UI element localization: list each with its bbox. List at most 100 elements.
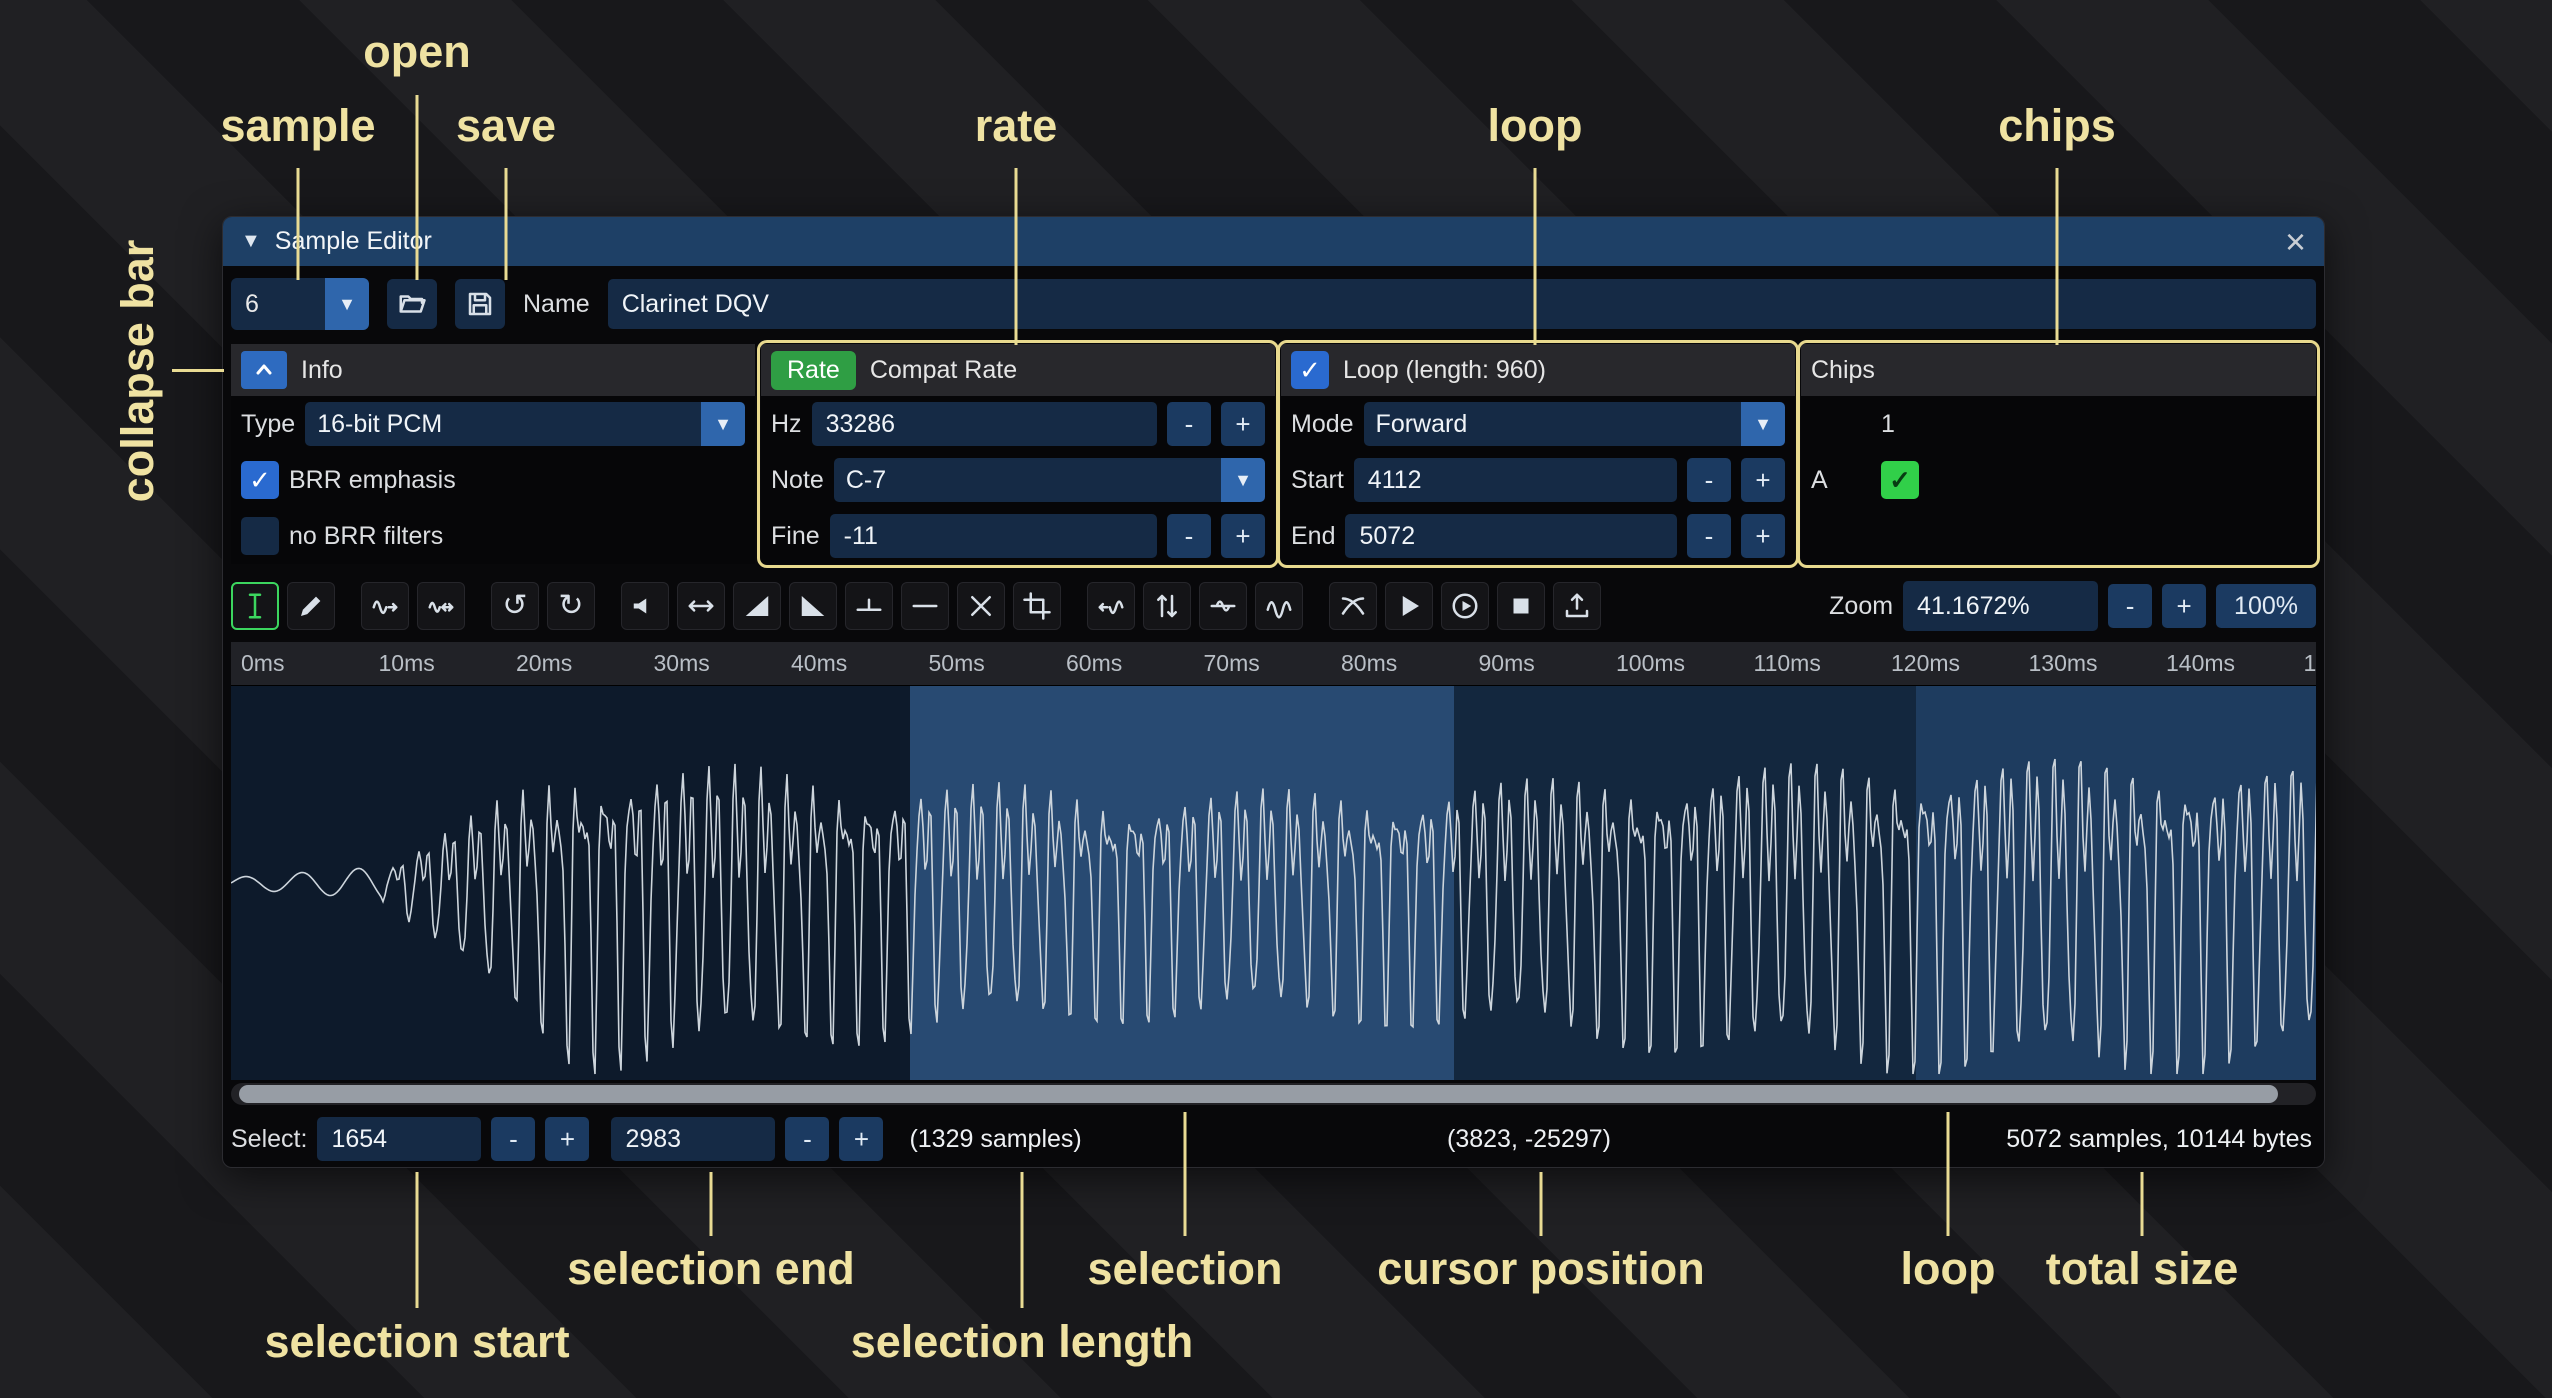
note-label: Note [771,466,824,495]
select-mode-button[interactable] [231,582,279,630]
loop-panel-header: ✓ Loop (length: 960) [1281,344,1795,396]
selection-start-plus-button[interactable]: + [545,1117,589,1161]
redo-button[interactable]: ↻ [547,582,595,630]
filter-button[interactable] [1255,582,1303,630]
fade-in-button[interactable] [733,582,781,630]
window-titlebar[interactable]: ▼ Sample Editor × [223,217,2324,266]
filter-curve-icon [1264,591,1294,621]
reverse-button[interactable] [1087,582,1135,630]
type-select[interactable]: 16-bit PCM ▼ [305,402,745,446]
loop-mode-label: Mode [1291,410,1354,439]
no-brr-filters-checkbox[interactable] [241,517,279,555]
annotation-selection-end: selection end [567,1243,855,1295]
fade-out-button[interactable] [789,582,837,630]
x-icon [966,591,996,621]
loop-checkbox[interactable]: ✓ [1291,351,1329,389]
loop-end-minus-button[interactable]: - [1687,514,1731,558]
zoom-plus-button[interactable]: + [2162,584,2206,628]
cursor-position-text: (3823, -25297) [1447,1125,1611,1154]
selection-start-minus-button[interactable]: - [491,1117,535,1161]
waveform-scrollbar[interactable] [231,1083,2316,1105]
loop-start-plus-button[interactable]: + [1741,458,1785,502]
collapse-triangle-icon[interactable]: ▼ [241,230,261,253]
play-note-button[interactable] [1441,582,1489,630]
zoom-input[interactable] [1903,581,2098,631]
note-select[interactable]: C-7 ▼ [834,458,1265,502]
chip-a-checkbox[interactable]: ✓ [1881,461,1919,499]
create-instrument-button[interactable] [1553,582,1601,630]
annotation-loop: loop [1488,100,1583,152]
rate-badge-button[interactable]: Rate [771,351,856,390]
ruler-tick: 40ms [781,650,919,677]
chevron-down-icon[interactable]: ▼ [1741,402,1785,446]
amplify-button[interactable] [621,582,669,630]
fade-in-icon [742,591,772,621]
fine-input[interactable] [830,514,1157,558]
annotation-selection: selection [1087,1243,1282,1295]
loop-start-minus-button[interactable]: - [1687,458,1731,502]
fine-minus-button[interactable]: - [1167,514,1211,558]
hz-input[interactable] [812,402,1157,446]
flat-line-icon [910,591,940,621]
floppy-disk-icon [465,289,495,319]
arrows-horizontal-icon [686,591,716,621]
chevron-down-icon[interactable]: ▼ [1221,458,1265,502]
collapse-bar-button[interactable] [241,351,287,389]
ruler-tick: 150 [2294,650,2317,677]
type-label: Type [241,410,295,439]
resize-button[interactable] [361,582,409,630]
total-size-text: 5072 samples, 10144 bytes [2006,1125,2316,1154]
invert-button[interactable] [1143,582,1191,630]
trim-button[interactable] [1013,582,1061,630]
zoom-minus-button[interactable]: - [2108,584,2152,628]
annotation-selection-start: selection start [264,1316,569,1368]
chip-a-label: A [1811,466,1871,495]
loop-mode-select[interactable]: Forward ▼ [1364,402,1785,446]
delete-button[interactable] [957,582,1005,630]
resample-button[interactable] [417,582,465,630]
zoom-label: Zoom [1829,592,1893,621]
normalize-button[interactable] [677,582,725,630]
selection-start-input[interactable] [317,1117,481,1161]
chevron-down-icon[interactable]: ▼ [701,402,745,446]
waveform-display[interactable] [231,686,2316,1080]
fine-plus-button[interactable]: + [1221,514,1265,558]
open-sample-button[interactable] [387,279,437,329]
undo-button[interactable]: ↺ [491,582,539,630]
chevron-down-icon[interactable]: ▼ [325,278,369,330]
ruler-tick: 110ms [1744,650,1882,677]
zoom-reset-button[interactable]: 100% [2216,584,2316,628]
stop-button[interactable] [1497,582,1545,630]
window-content: 6 ▼ Name [223,266,2324,1163]
apply-silence-button[interactable] [901,582,949,630]
loop-end-plus-button[interactable]: + [1741,514,1785,558]
ruler-tick: 100ms [1606,650,1744,677]
ruler-tick: 60ms [1056,650,1194,677]
hz-minus-button[interactable]: - [1167,402,1211,446]
scrollbar-thumb[interactable] [239,1085,2278,1103]
selection-end-minus-button[interactable]: - [785,1117,829,1161]
draw-mode-button[interactable] [287,582,335,630]
ruler-tick: 120ms [1881,650,2019,677]
loop-end-input[interactable] [1345,514,1677,558]
type-select-value: 16-bit PCM [305,402,701,446]
crossfade-loop-button[interactable] [1329,582,1377,630]
selection-end-input[interactable] [611,1117,775,1161]
annotation-cursor-position: cursor position [1377,1243,1705,1295]
sample-select[interactable]: 6 ▼ [231,278,369,330]
insert-silence-button[interactable] [845,582,893,630]
selection-end-plus-button[interactable]: + [839,1117,883,1161]
flip-sign-button[interactable] [1199,582,1247,630]
save-sample-button[interactable] [455,279,505,329]
close-icon[interactable]: × [2285,224,2306,260]
sample-row: 6 ▼ Name [231,276,2316,332]
brr-emphasis-checkbox[interactable]: ✓ [241,461,279,499]
loop-start-input[interactable] [1354,458,1677,502]
hz-plus-button[interactable]: + [1221,402,1265,446]
sample-name-input[interactable] [608,279,2316,329]
folder-open-icon [397,289,427,319]
ruler-tick: 50ms [919,650,1057,677]
note-row: Note C-7 ▼ [761,452,1275,508]
sine-axis-icon [1208,591,1238,621]
preview-sample-button[interactable] [1385,582,1433,630]
